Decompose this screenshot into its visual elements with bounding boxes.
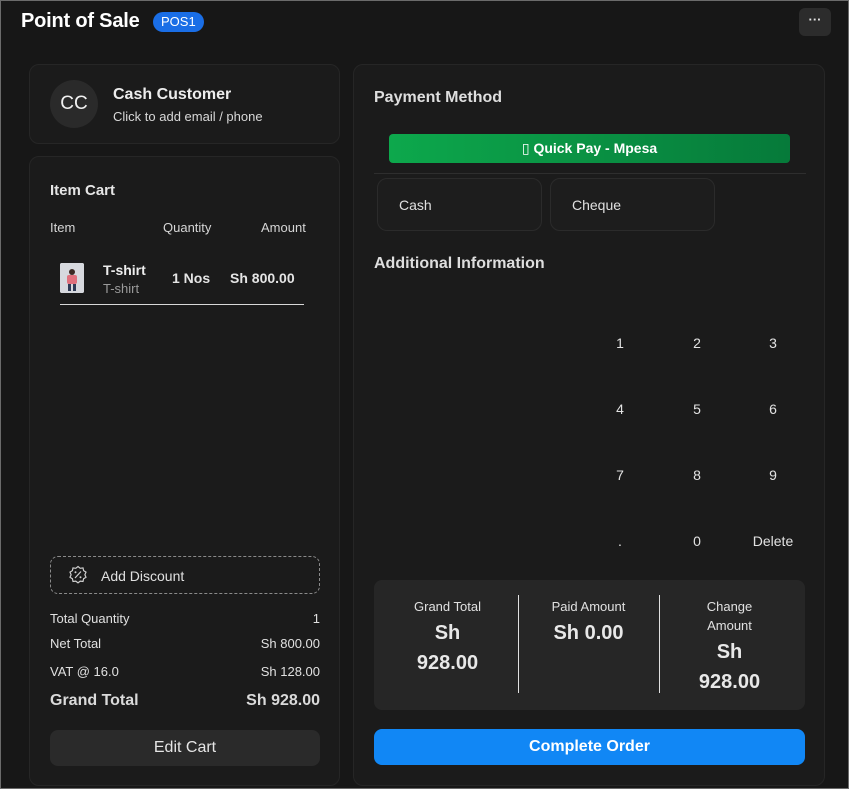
additional-information-title: Additional Information [374,255,545,272]
net-total-row: Net Total Sh 800.00 [50,636,320,651]
payment-summary: Grand Total Sh 928.00 Paid Amount Sh 0.0… [374,580,805,710]
item-quantity: 1 Nos [172,270,211,286]
item-code: T-shirt [103,281,140,296]
keypad-1[interactable]: 1 [585,335,655,351]
add-discount-button[interactable]: Add Discount [50,556,320,594]
grand-total-value: Sh 928.00 [246,692,320,709]
customer-selector[interactable]: CC Cash Customer Click to add email / ph… [29,64,340,144]
customer-contact-hint[interactable]: Click to add email / phone [113,109,263,124]
summary-change-value: 928.00 [698,671,761,693]
cart-title: Item Cart [50,182,116,199]
keypad-9[interactable]: 9 [738,467,808,483]
column-header-amount: Amount [261,220,306,235]
top-bar: Point of Sale POS1 ··· [1,1,848,45]
column-header-item: Item [50,220,76,235]
keypad-delete[interactable]: Delete [738,533,808,549]
keypad-8[interactable]: 8 [662,467,732,483]
customer-name: Cash Customer [113,86,232,103]
customer-avatar: CC [50,80,98,128]
summary-grand-total-value: 928.00 [416,652,479,674]
grand-total-row: Grand Total Sh 928.00 [50,692,320,710]
item-amount: Sh 800.00 [230,270,295,286]
payment-method-cash[interactable]: Cash [377,178,542,231]
vat-value: Sh 128.00 [260,664,320,679]
item-image [60,263,84,293]
divider [374,173,806,174]
payment-method-title: Payment Method [374,89,503,106]
pos-profile-badge: POS1 [153,12,204,32]
keypad-3[interactable]: 3 [738,335,808,351]
ellipsis-icon: ··· [808,12,822,27]
net-total-value: Sh 800.00 [260,636,320,651]
total-quantity-row: Total Quantity 1 [50,611,320,626]
discount-icon [69,565,87,584]
total-quantity-value: 1 [312,611,320,626]
summary-paid-value: Sh 0.00 [553,622,624,644]
column-header-quantity: Quantity [163,220,212,235]
summary-change-amount: Change Amount Sh 928.00 [659,580,800,710]
more-menu-button[interactable]: ··· [799,8,831,36]
total-quantity-label: Total Quantity [50,611,130,626]
summary-change-label: Change Amount [659,597,800,635]
vat-row: VAT @ 16.0 Sh 128.00 [50,664,320,679]
keypad-5[interactable]: 5 [662,401,732,417]
keypad-4[interactable]: 4 [585,401,655,417]
summary-change-label-line1: Change [706,599,753,614]
edit-cart-button[interactable]: Edit Cart [50,730,320,766]
item-name: T-shirt [103,262,146,278]
payment-panel: Payment Method ▯ Quick Pay - Mpesa Cash … [353,64,825,786]
summary-grand-total: Grand Total Sh 928.00 [377,580,518,710]
payment-method-cheque[interactable]: Cheque [550,178,715,231]
summary-change-label-line2: Amount [707,618,752,633]
item-cart: Item Cart Item Quantity Amount T-shirt T… [29,156,340,786]
summary-change-currency: Sh [716,641,743,663]
keypad-6[interactable]: 6 [738,401,808,417]
keypad-2[interactable]: 2 [662,335,732,351]
cart-item-row[interactable]: T-shirt T-shirt 1 Nos Sh 800.00 [60,255,304,305]
page-title: Point of Sale [21,10,140,32]
complete-order-button[interactable]: Complete Order [374,729,805,765]
summary-grand-total-label: Grand Total [414,599,481,614]
vat-label: VAT @ 16.0 [50,664,119,679]
summary-paid-label: Paid Amount [551,599,626,614]
keypad-7[interactable]: 7 [585,467,655,483]
summary-grand-total-currency: Sh [434,622,461,644]
quick-pay-mpesa-button[interactable]: ▯ Quick Pay - Mpesa [389,134,790,163]
grand-total-label: Grand Total [50,692,139,709]
net-total-label: Net Total [50,636,102,651]
keypad-0[interactable]: 0 [662,533,732,549]
summary-paid-amount: Paid Amount Sh 0.00 [518,580,659,710]
keypad-decimal[interactable]: . [585,533,655,549]
add-discount-label: Add Discount [101,568,185,584]
